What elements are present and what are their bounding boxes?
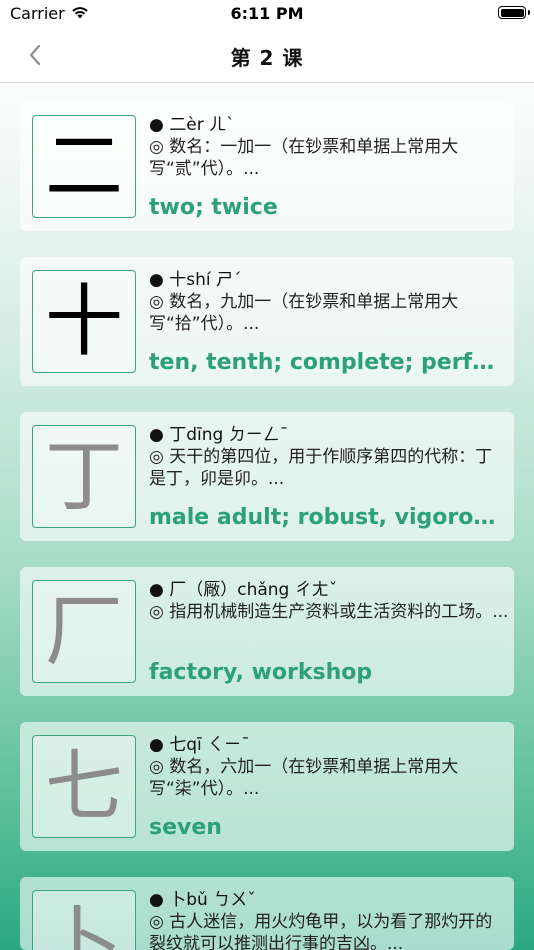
character-glyph-box: 卜 xyxy=(32,890,136,950)
pronunciation-text: ● 厂（厰）chǎng ㄔㄤˇ xyxy=(149,580,338,600)
pronunciation-text: ● 七qī ㄑㄧˉ xyxy=(149,735,250,755)
english-meaning: two; twice xyxy=(149,195,278,220)
character-card[interactable]: 丁 ● 丁dīng ㄉㄧㄥˉ ◎ 天干的第四位，用于作顺序第四的代称：丁是丁，卯… xyxy=(20,412,514,541)
english-meaning: ten, tenth; complete; perfect xyxy=(149,350,509,375)
character-card[interactable]: 七 ● 七qī ㄑㄧˉ ◎ 数名，六加一（在钞票和单据上常用大写“柒”代）。..… xyxy=(20,722,514,851)
english-meaning: factory, workshop xyxy=(149,660,373,685)
definition-text: ◎ 指用机械制造生产资料或生活资料的工场。... xyxy=(149,602,509,622)
character-glyph-box: 丁 xyxy=(32,425,136,528)
character-info: ● 丁dīng ㄉㄧㄥˉ ◎ 天干的第四位，用于作顺序第四的代称：丁是丁，卯是卯… xyxy=(149,424,509,532)
english-meaning: male adult; robust, vigorous; 4th heaven… xyxy=(149,505,509,530)
character-info: ● 十shí ㄕˊ ◎ 数名，九加一（在钞票和单据上常用大写“拾”代）。... … xyxy=(149,269,509,377)
pronunciation-text: ● 丁dīng ㄉㄧㄥˉ xyxy=(149,425,289,445)
character-glyph-box: 七 xyxy=(32,735,136,838)
character-info: ● 卜bǔ ㄅㄨˇ ◎ 古人迷信，用火灼龟甲，以为看了那灼开的裂纹就可以推测出行… xyxy=(149,889,509,950)
character-card[interactable]: 卜 ● 卜bǔ ㄅㄨˇ ◎ 古人迷信，用火灼龟甲，以为看了那灼开的裂纹就可以推测… xyxy=(20,877,514,950)
pronunciation-text: ● 卜bǔ ㄅㄨˇ xyxy=(149,890,256,910)
battery-icon xyxy=(498,6,530,19)
character-glyph-box: 厂 xyxy=(32,580,136,683)
definition-text: ◎ 古人迷信，用火灼龟甲，以为看了那灼开的裂纹就可以推测出行事的吉凶。... xyxy=(149,912,493,950)
page-title: 第 2 课 xyxy=(230,46,304,70)
character-card[interactable]: 厂 ● 厂（厰）chǎng ㄔㄤˇ ◎ 指用机械制造生产资料或生活资料的工场。.… xyxy=(20,567,514,696)
character-card[interactable]: 十 ● 十shí ㄕˊ ◎ 数名，九加一（在钞票和单据上常用大写“拾”代）。..… xyxy=(20,257,514,386)
character-card[interactable]: 二 ● 二èr ㄦˋ ◎ 数名：一加一（在钞票和单据上常用大写“贰”代）。...… xyxy=(20,102,514,231)
character-info: ● 二èr ㄦˋ ◎ 数名：一加一（在钞票和单据上常用大写“贰”代）。... t… xyxy=(149,114,509,222)
character-glyph-box: 十 xyxy=(32,270,136,373)
english-meaning: seven xyxy=(149,815,222,840)
character-glyph-box: 二 xyxy=(32,115,136,218)
definition-text: ◎ 数名，六加一（在钞票和单据上常用大写“柒”代）。... xyxy=(149,757,459,799)
definition-text: ◎ 数名：一加一（在钞票和单据上常用大写“贰”代）。... xyxy=(149,137,459,179)
definition-text: ◎ 天干的第四位，用于作顺序第四的代称：丁是丁，卯是卯。... xyxy=(149,447,493,489)
character-info: ● 七qī ㄑㄧˉ ◎ 数名，六加一（在钞票和单据上常用大写“柒”代）。... … xyxy=(149,734,509,842)
definition-text: ◎ 数名，九加一（在钞票和单据上常用大写“拾”代）。... xyxy=(149,292,459,334)
navigation-bar: 第 2 课 xyxy=(0,28,534,83)
status-time: 6:11 PM xyxy=(230,4,304,23)
pronunciation-text: ● 二èr ㄦˋ xyxy=(149,115,235,135)
status-bar: Carrier 6:11 PM xyxy=(0,0,534,28)
pronunciation-text: ● 十shí ㄕˊ xyxy=(149,270,242,290)
character-info: ● 厂（厰）chǎng ㄔㄤˇ ◎ 指用机械制造生产资料或生活资料的工场。...… xyxy=(149,579,509,687)
